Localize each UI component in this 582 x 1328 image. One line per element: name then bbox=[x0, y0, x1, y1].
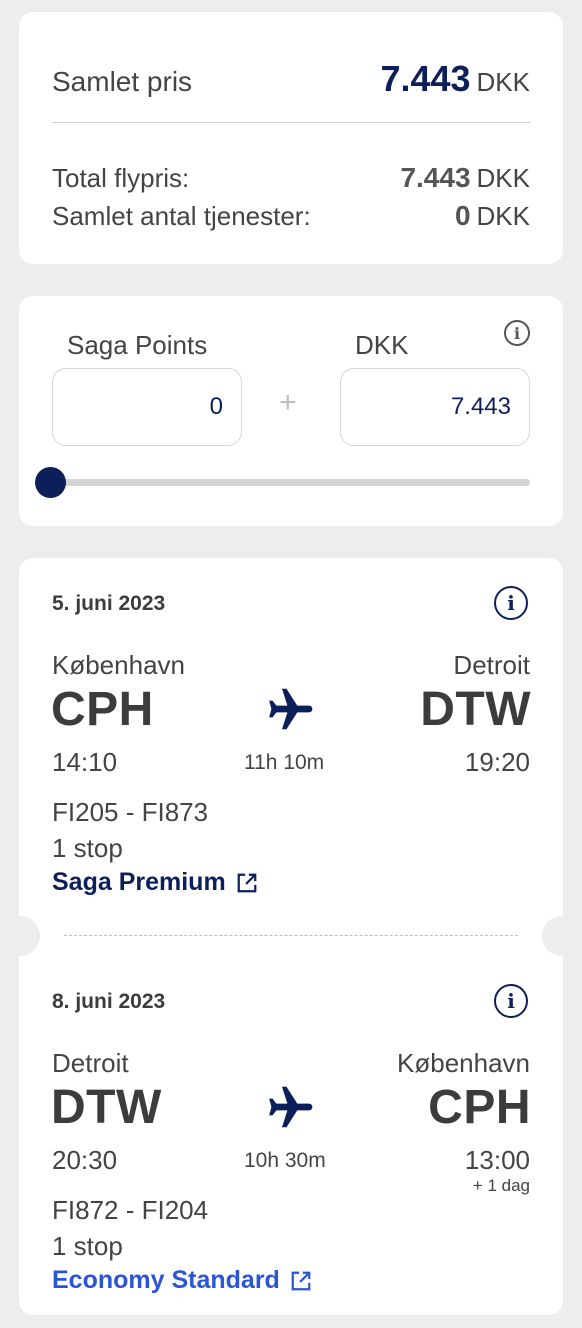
price-line-flight: Total flypris: 7.443 DKK bbox=[52, 162, 530, 194]
fare-link[interactable]: Saga Premium bbox=[52, 868, 258, 897]
info-icon[interactable]: i bbox=[494, 984, 528, 1018]
destination-city: København bbox=[397, 1048, 530, 1078]
flight-duration: 11h 10m bbox=[244, 751, 325, 774]
destination-city: Detroit bbox=[453, 650, 530, 680]
airplane-icon bbox=[269, 1086, 313, 1128]
fare-link[interactable]: Economy Standard bbox=[52, 1266, 312, 1295]
origin-code: DTW bbox=[51, 1081, 162, 1134]
saga-points-label: Saga Points bbox=[67, 330, 208, 360]
departure-time: 14:10 bbox=[52, 747, 118, 777]
points-payment-card: Saga Points DKK i 0 + 7.443 bbox=[19, 296, 563, 526]
stops-count: 1 stop bbox=[52, 833, 123, 863]
price-line-label: Total flypris: bbox=[52, 163, 190, 193]
points-slider-thumb[interactable] bbox=[35, 467, 66, 498]
flight-date: 5. juni 2023 bbox=[52, 592, 166, 615]
ticket-notch-right bbox=[542, 916, 582, 956]
price-line-label: Samlet antal tjenester: bbox=[52, 201, 311, 231]
origin-code: CPH bbox=[51, 683, 154, 736]
plus-icon: + bbox=[279, 386, 297, 419]
price-summary-card: Samlet pris 7.443 DKK Total flypris: 7.44… bbox=[19, 12, 563, 264]
arrival-time: 13:00 bbox=[464, 1145, 530, 1175]
stops-count: 1 stop bbox=[52, 1231, 123, 1261]
total-price-value: 7.443 DKK bbox=[380, 58, 530, 100]
fare-name: Saga Premium bbox=[52, 868, 226, 896]
price-line-value: 7.443 DKK bbox=[400, 162, 530, 194]
next-day-indicator: + 1 dag bbox=[472, 1176, 530, 1195]
divider bbox=[52, 122, 530, 123]
flight-duration: 10h 30m bbox=[244, 1149, 326, 1172]
price-line-currency: DKK bbox=[476, 201, 530, 231]
price-line-services: Samlet antal tjenester: 0 DKK bbox=[52, 200, 530, 232]
total-price-label: Samlet pris bbox=[52, 66, 193, 97]
destination-code: DTW bbox=[420, 683, 531, 736]
info-icon[interactable]: i bbox=[504, 320, 530, 346]
flight-numbers: FI205 - FI873 bbox=[52, 797, 209, 827]
flight-numbers: FI872 - FI204 bbox=[52, 1195, 209, 1225]
price-line-value: 0 DKK bbox=[455, 200, 530, 232]
external-link-icon bbox=[291, 1271, 311, 1290]
info-icon[interactable]: i bbox=[494, 586, 528, 620]
total-price-row: Samlet pris 7.443 DKK bbox=[52, 58, 530, 100]
flight-date: 8. juni 2023 bbox=[52, 990, 166, 1013]
origin-city: København bbox=[52, 650, 185, 680]
fare-name: Economy Standard bbox=[52, 1266, 280, 1294]
airplane-icon bbox=[269, 688, 313, 730]
segment-divider bbox=[64, 935, 518, 936]
arrival-time: 19:20 bbox=[464, 747, 530, 777]
points-slider-track[interactable] bbox=[52, 479, 530, 486]
origin-city: Detroit bbox=[52, 1048, 129, 1078]
price-line-amount: 0 bbox=[454, 200, 471, 231]
dkk-label: DKK bbox=[355, 330, 409, 360]
price-line-currency: DKK bbox=[476, 163, 530, 193]
departure-time: 20:30 bbox=[52, 1145, 118, 1175]
total-price-currency: DKK bbox=[476, 67, 530, 97]
ticket-notch-left bbox=[0, 916, 40, 956]
dkk-input[interactable]: 7.443 bbox=[340, 368, 530, 446]
saga-points-input[interactable]: 0 bbox=[52, 368, 242, 446]
external-link-icon bbox=[237, 873, 257, 892]
price-line-amount: 7.443 bbox=[400, 162, 471, 193]
total-price-amount: 7.443 bbox=[380, 58, 471, 99]
destination-code: CPH bbox=[428, 1081, 531, 1134]
